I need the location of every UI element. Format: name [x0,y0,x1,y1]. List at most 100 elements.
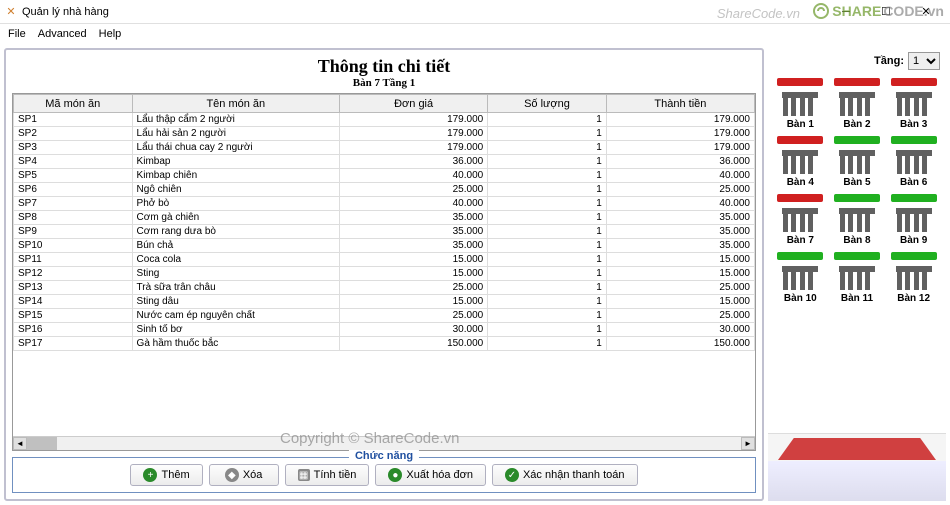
table-label: Bàn 7 [787,235,814,246]
table-item[interactable]: Bàn 4 [774,136,827,188]
app-icon: ✕ [4,5,18,19]
table-label: Bàn 8 [843,235,870,246]
table-item[interactable]: Bàn 5 [831,136,884,188]
calc-button[interactable]: ▦ Tính tiền [285,464,370,486]
table-item[interactable]: Bàn 11 [831,252,884,304]
table-row[interactable]: SP10Bún chả35.000135.000 [14,239,755,253]
table-item[interactable]: Bàn 8 [831,194,884,246]
window-title: Quản lý nhà hàng [22,6,826,18]
table-item[interactable]: Bàn 6 [887,136,940,188]
table-row[interactable]: SP6Ngô chiên25.000125.000 [14,183,755,197]
table-item[interactable]: Bàn 3 [887,78,940,130]
col-id[interactable]: Mã món ăn [14,95,133,113]
table-row[interactable]: SP8Cơm gà chiên35.000135.000 [14,211,755,225]
floor-label: Tầng: [874,55,904,67]
table-label: Bàn 2 [843,119,870,130]
table-label: Bàn 9 [900,235,927,246]
horizontal-scrollbar[interactable]: ◄ ► [13,436,755,450]
table-status-indicator [834,136,880,144]
minimize-button[interactable]: ─ [826,0,866,24]
table-label: Bàn 3 [900,119,927,130]
table-icon [835,146,879,176]
table-item[interactable]: Bàn 12 [887,252,940,304]
menu-help[interactable]: Help [93,26,128,42]
functions-legend: Chức năng [349,450,419,462]
table-item[interactable]: Bàn 7 [774,194,827,246]
table-row[interactable]: SP3Lẩu thái chua cay 2 người179.0001179.… [14,141,755,155]
table-row[interactable]: SP2Lẩu hải sản 2 người179.0001179.000 [14,127,755,141]
delete-label: Xóa [243,469,263,481]
table-status-indicator [891,78,937,86]
col-price[interactable]: Đơn giá [340,95,488,113]
check-icon: ✓ [505,468,519,482]
table-status-indicator [834,78,880,86]
col-qty[interactable]: Số lượng [488,95,607,113]
table-item[interactable]: Bàn 2 [831,78,884,130]
close-button[interactable]: ✕ [906,0,946,24]
table-icon [778,262,822,292]
order-table: Mã món ăn Tên món ăn Đơn giá Số lượng Th… [12,93,756,451]
table-label: Bàn 1 [787,119,814,130]
calc-label: Tính tiền [314,469,357,481]
table-row[interactable]: SP9Cơm rang dưa bò35.000135.000 [14,225,755,239]
table-row[interactable]: SP13Trà sữa trân châu25.000125.000 [14,281,755,295]
table-status-indicator [777,136,823,144]
confirm-button[interactable]: ✓ Xác nhận thanh toán [492,464,638,486]
export-icon: ● [388,468,402,482]
export-button[interactable]: ● Xuất hóa đơn [375,464,486,486]
table-row[interactable]: SP16Sinh tố bơ30.000130.000 [14,323,755,337]
table-icon [892,146,936,176]
table-label: Bàn 6 [900,177,927,188]
table-row[interactable]: SP11Coca cola15.000115.000 [14,253,755,267]
table-status-indicator [777,194,823,202]
table-item[interactable]: Bàn 9 [887,194,940,246]
table-row[interactable]: SP4Kimbap36.000136.000 [14,155,755,169]
export-label: Xuất hóa đơn [406,469,473,481]
table-status-indicator [891,252,937,260]
table-icon [835,262,879,292]
table-icon [835,88,879,118]
col-total[interactable]: Thành tiền [606,95,754,113]
floor-select[interactable]: 1 [908,52,940,70]
table-row[interactable]: SP1Lẩu thập cẩm 2 người179.0001179.000 [14,113,755,127]
table-row[interactable]: SP17Gà hầm thuốc bắc150.0001150.000 [14,337,755,351]
table-row[interactable]: SP15Nước cam ép nguyên chất25.000125.000 [14,309,755,323]
functions-fieldset: Chức năng + Thêm ◆ Xóa ▦ Tính tiền ● Xuấ… [12,457,756,493]
add-button[interactable]: + Thêm [130,464,202,486]
detail-panel: Thông tin chi tiết Bàn 7 Tầng 1 Mã món ă… [4,48,764,501]
detail-subtitle: Bàn 7 Tầng 1 [12,77,756,89]
table-row[interactable]: SP7Phở bò40.000140.000 [14,197,755,211]
delete-button[interactable]: ◆ Xóa [209,464,279,486]
table-status-indicator [834,194,880,202]
titlebar: ✕ Quản lý nhà hàng ─ ☐ ✕ [0,0,950,24]
table-icon [892,88,936,118]
restaurant-image [768,433,946,501]
grid-icon: ▦ [298,469,310,481]
table-status-indicator [891,136,937,144]
table-icon [835,204,879,234]
maximize-button[interactable]: ☐ [866,0,906,24]
table-status-indicator [777,78,823,86]
table-icon [892,262,936,292]
tables-panel: Tầng: 1 Bàn 1 Bàn 2 Bàn 3 [768,48,946,501]
menu-advanced[interactable]: Advanced [32,26,93,42]
table-status-indicator [891,194,937,202]
table-row[interactable]: SP14Sting dâu15.000115.000 [14,295,755,309]
add-label: Thêm [161,469,189,481]
plus-icon: + [143,468,157,482]
detail-title: Thông tin chi tiết [12,56,756,77]
confirm-label: Xác nhận thanh toán [523,469,625,481]
table-item[interactable]: Bàn 10 [774,252,827,304]
diamond-icon: ◆ [225,468,239,482]
table-status-indicator [834,252,880,260]
table-icon [778,146,822,176]
table-row[interactable]: SP5Kimbap chiên40.000140.000 [14,169,755,183]
table-row[interactable]: SP12Sting15.000115.000 [14,267,755,281]
menu-file[interactable]: File [2,26,32,42]
col-name[interactable]: Tên món ăn [132,95,339,113]
table-label: Bàn 4 [787,177,814,188]
table-icon [892,204,936,234]
table-label: Bàn 10 [784,293,817,304]
table-status-indicator [777,252,823,260]
table-item[interactable]: Bàn 1 [774,78,827,130]
